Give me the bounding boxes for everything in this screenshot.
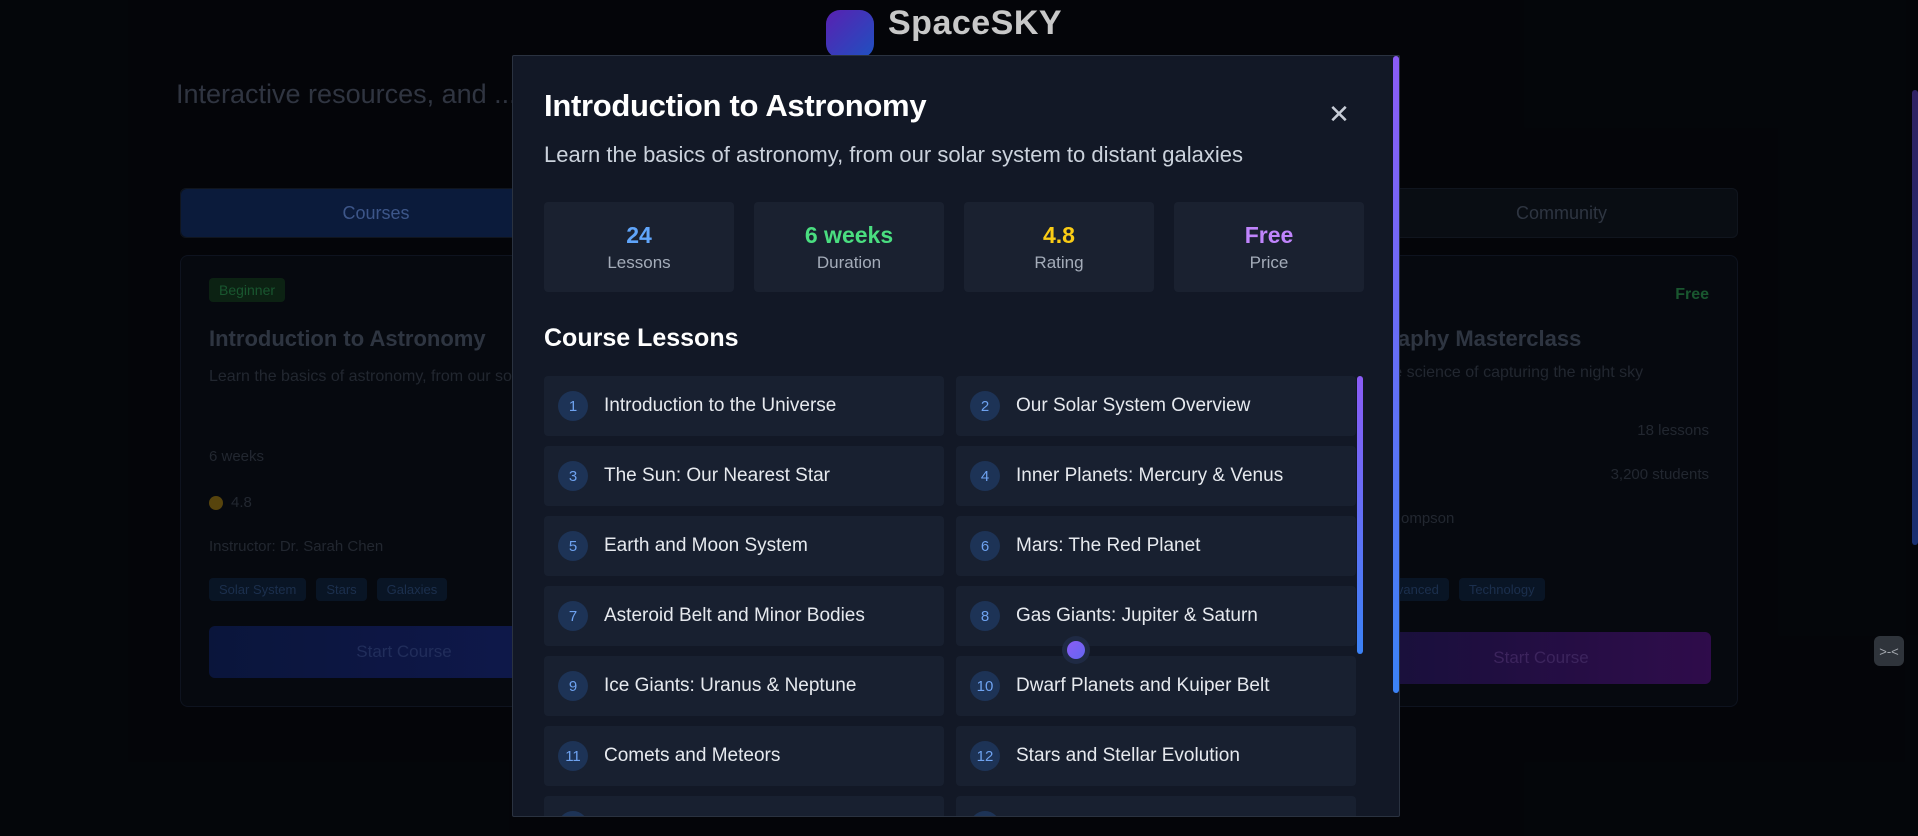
course-detail-modal: Introduction to Astronomy ✕ Learn the ba… [512,55,1400,817]
stat-label: Rating [1034,253,1084,272]
lesson-title: Stars and Stellar Evolution [1016,745,1240,766]
stat-label: Lessons [607,253,671,272]
lesson-item[interactable]: 9 Ice Giants: Uranus & Neptune [544,656,944,716]
lesson-item[interactable]: 2 Our Solar System Overview [956,376,1356,436]
stat-label: Price [1249,253,1289,272]
lesson-number: 14 [970,811,1000,816]
lesson-item[interactable]: 5 Earth and Moon System [544,516,944,576]
lessons-scrollbar-thumb[interactable] [1357,376,1363,654]
lesson-number: 8 [970,601,1000,631]
lesson-title: Ice Giants: Uranus & Neptune [604,675,857,696]
stat-value: Free [1244,222,1294,248]
lesson-title: Mars: The Red Planet [1016,535,1201,556]
lesson-title: Introduction to the Universe [604,395,837,416]
lesson-number: 13 [558,811,588,816]
lesson-item[interactable]: 12 Stars and Stellar Evolution [956,726,1356,786]
lesson-item[interactable]: 3 The Sun: Our Nearest Star [544,446,944,506]
course-stats: 24 Lessons 6 weeks Duration 4.8 Rating F… [544,202,1364,292]
lesson-number: 9 [558,671,588,701]
lesson-title: Our Solar System Overview [1016,395,1251,416]
stat-rating: 4.8 Rating [964,202,1154,292]
lessons-list[interactable]: 1 Introduction to the Universe 2 Our Solar… [544,376,1364,816]
stat-value: 24 [626,222,652,248]
stat-label: Duration [816,253,882,272]
lesson-title: Asteroid Belt and Minor Bodies [604,605,865,626]
lesson-item[interactable]: 7 Asteroid Belt and Minor Bodies [544,586,944,646]
lesson-item[interactable]: 8 Gas Giants: Jupiter & Saturn [956,586,1356,646]
lesson-item[interactable]: 6 Mars: The Red Planet [956,516,1356,576]
close-icon[interactable]: ✕ [1325,99,1353,129]
lesson-title: Dwarf Planets and Kuiper Belt [1016,675,1270,696]
lesson-number: 5 [558,531,588,561]
lesson-number: 12 [970,741,1000,771]
lesson-title: The Sun: Our Nearest Star [604,465,830,486]
modal-scrollbar-thumb[interactable] [1393,56,1399,693]
lesson-title: Gas Giants: Jupiter & Saturn [1016,605,1258,626]
lesson-number: 3 [558,461,588,491]
stat-value: 6 weeks [804,222,894,248]
lesson-number: 1 [558,391,588,421]
lesson-number: 4 [970,461,1000,491]
lesson-number: 10 [970,671,1000,701]
stat-price: Free Price [1174,202,1364,292]
lesson-number: 2 [970,391,1000,421]
modal-title: Introduction to Astronomy [544,88,927,123]
lesson-item[interactable]: 13 [544,796,944,816]
lesson-number: 7 [558,601,588,631]
mouse-cursor-icon [1062,636,1090,664]
lesson-item[interactable]: 4 Inner Planets: Mercury & Venus [956,446,1356,506]
lesson-title: Earth and Moon System [604,535,808,556]
stat-value: 4.8 [1043,222,1075,248]
lesson-item[interactable]: 10 Dwarf Planets and Kuiper Belt [956,656,1356,716]
modal-scrollbar[interactable] [1393,56,1399,816]
lesson-title: Comets and Meteors [604,745,781,766]
lesson-number: 11 [558,741,588,771]
stat-duration: 6 weeks Duration [754,202,944,292]
lesson-number: 6 [970,531,1000,561]
lesson-item[interactable]: 14 [956,796,1356,816]
lesson-title: Inner Planets: Mercury & Venus [1016,465,1284,486]
lesson-item[interactable]: 11 Comets and Meteors [544,726,944,786]
lesson-item[interactable]: 1 Introduction to the Universe [544,376,944,436]
stat-lessons: 24 Lessons [544,202,734,292]
modal-subtitle: Learn the basics of astronomy, from our … [544,142,1244,167]
lessons-heading: Course Lessons [544,324,739,352]
cursor-dot-icon [1067,641,1085,659]
